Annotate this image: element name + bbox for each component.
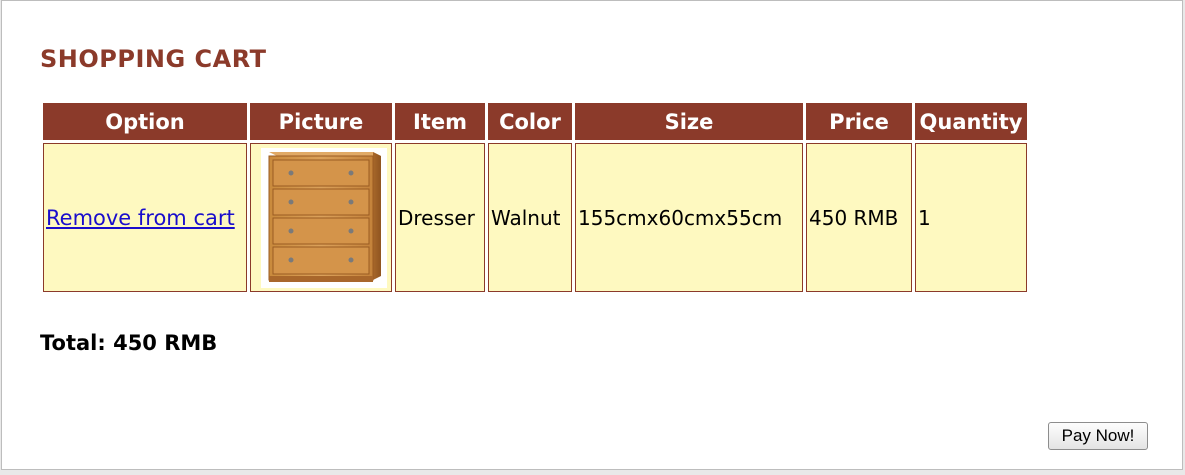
color-cell: Walnut <box>488 143 572 292</box>
header-size: Size <box>575 103 803 140</box>
header-item: Item <box>395 103 485 140</box>
page-title: SHOPPING CART <box>40 45 267 73</box>
remove-from-cart-link[interactable]: Remove from cart <box>46 206 235 230</box>
cart-dialog: SHOPPING CART Option Picture Item Color … <box>1 0 1183 470</box>
option-cell: Remove from cart <box>43 143 247 292</box>
cart-table: Option Picture Item Color Size Price Qua… <box>40 100 1030 295</box>
price-cell: 450 RMB <box>806 143 912 292</box>
quantity-cell: 1 <box>915 143 1027 292</box>
header-option: Option <box>43 103 247 140</box>
cart-total: Total: 450 RMB <box>40 331 218 355</box>
table-header-row: Option Picture Item Color Size Price Qua… <box>43 103 1027 140</box>
header-picture: Picture <box>250 103 392 140</box>
size-cell: 155cmx60cmx55cm <box>575 143 803 292</box>
table-row: Remove from cart Dresser Walnut 155cmx60… <box>43 143 1027 292</box>
item-cell: Dresser <box>395 143 485 292</box>
header-color: Color <box>488 103 572 140</box>
picture-cell <box>250 143 392 292</box>
header-quantity: Quantity <box>915 103 1027 140</box>
header-price: Price <box>806 103 912 140</box>
pay-now-button[interactable]: Pay Now! <box>1048 422 1148 450</box>
dresser-image <box>261 147 387 288</box>
